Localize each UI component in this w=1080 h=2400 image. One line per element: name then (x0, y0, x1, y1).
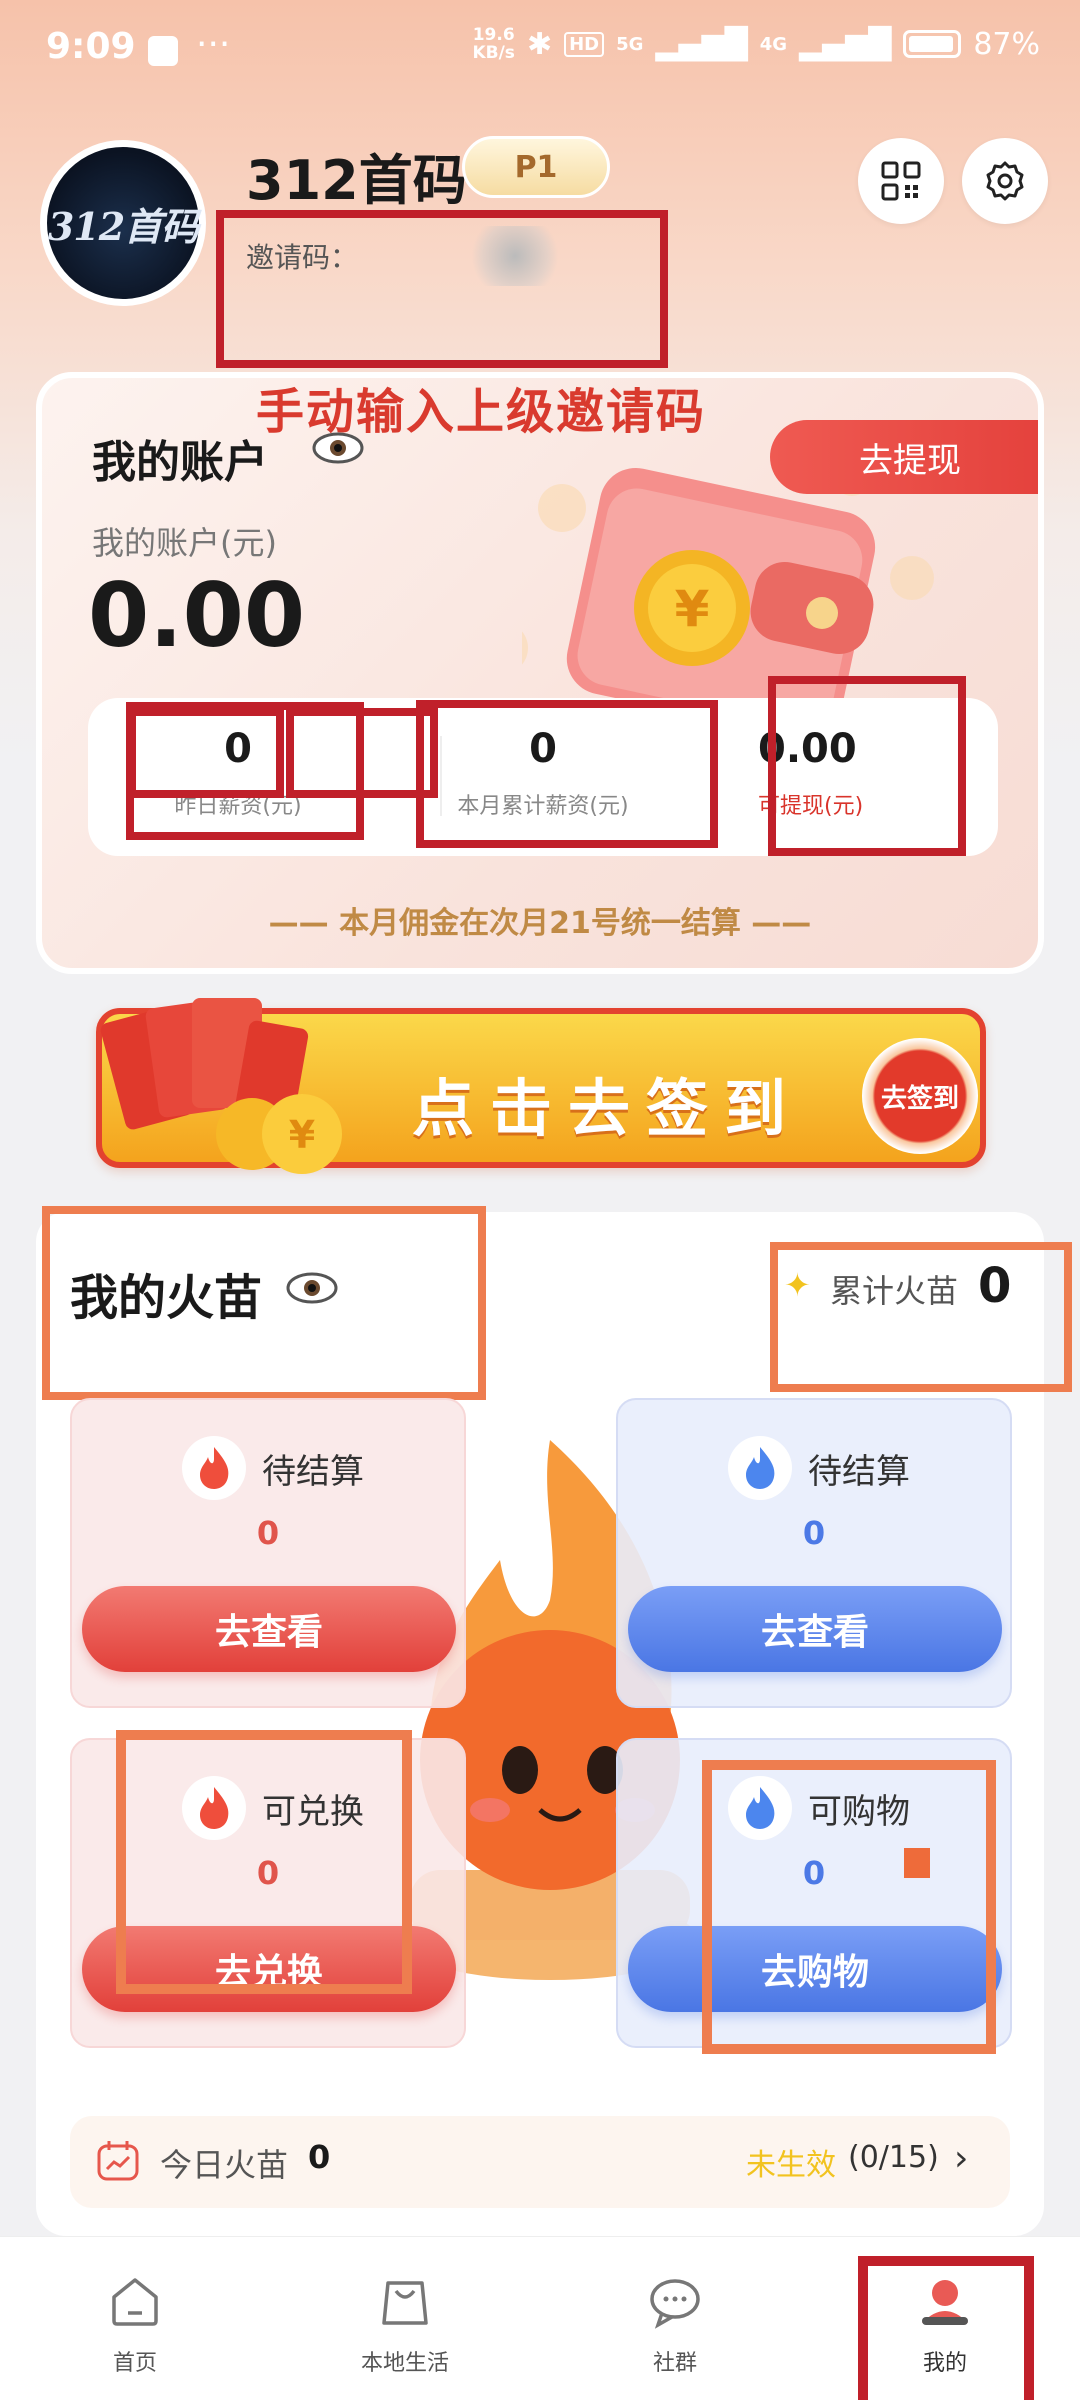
red-envelopes-illustration: ¥ (100, 998, 342, 1174)
settlement-note: —— 本月佣金在次月21号统一结算 —— (268, 906, 812, 941)
qr-code-button[interactable] (858, 138, 944, 224)
tile-label: 待结算 (262, 1452, 364, 1492)
nav-item-home[interactable]: 首页 (0, 2237, 270, 2400)
nav-label: 首页 (112, 2351, 157, 2376)
bluetooth-icon: ✱ (526, 26, 553, 62)
balance-value: 0.00 (88, 564, 306, 667)
red-flame-icon (182, 1436, 246, 1500)
annotation-box-flames-title (42, 1206, 486, 1400)
chat-bubble-icon (650, 2279, 700, 2329)
withdraw-button[interactable]: 去提现 (770, 420, 1038, 494)
battery-percent: 87% (973, 26, 1040, 62)
battery-icon (903, 30, 962, 58)
annotation-box-exchangeable (116, 1730, 412, 1994)
signal-5g-icon: 5G (616, 33, 644, 55)
annotation-box-yesterday-salary (126, 702, 364, 840)
tile-label: 待结算 (808, 1452, 910, 1492)
signal-4g-icon: 4G (759, 33, 788, 55)
tile-pending-blue: 待结算 0 去查看 (616, 1398, 1012, 1708)
account-title: 我的账户 (92, 437, 268, 488)
annotation-marker (904, 1848, 930, 1878)
chart-calendar-icon (97, 2141, 139, 2181)
status-time: 9:09 (46, 26, 136, 67)
settings-button[interactable] (962, 138, 1048, 224)
gear-icon (986, 161, 1024, 201)
hd-icon: HD (564, 31, 605, 57)
annotation-box-invite (216, 210, 668, 368)
status-bar: 9:09 ··· 19.6 KB/s ✱ HD 5G ▂▄▆█ 4G ▂▄▆█ … (0, 0, 1080, 100)
balance-label: 我的账户(元) (92, 524, 277, 562)
account-card: 我的账户 ¥ 去提现 我的账户(元) 0.00 0 昨日薪资(元) 0 本月累计… (36, 372, 1044, 974)
today-flames-count: (0/15) (848, 2140, 939, 2175)
avatar-logo-text: 312首码 (47, 203, 199, 249)
checkin-banner[interactable]: ¥ 点击去签到 去签到 (96, 998, 986, 1174)
tile-pending-red: 待结算 0 去查看 (70, 1398, 466, 1708)
shopping-bag-icon (382, 2281, 428, 2325)
chevron-right-icon: › (954, 2138, 969, 2179)
avatar[interactable]: 312首码 (40, 140, 206, 306)
qq-notification-icon (148, 36, 178, 66)
status-indicators: 19.6 KB/s ✱ HD 5G ▂▄▆█ 4G ▂▄▆█ 87% (472, 26, 1040, 62)
annotation-box-shopping (702, 1760, 996, 2054)
today-flames-status: 未生效 (746, 2148, 836, 2183)
level-badge[interactable]: P1 (462, 136, 610, 198)
view-button[interactable]: 去查看 (628, 1586, 1002, 1672)
annotation-box-withdrawable (768, 676, 966, 856)
checkin-banner-text: 点击去签到 (412, 1072, 803, 1145)
nav-label: 社群 (652, 2351, 697, 2376)
username: 312首码 (246, 149, 467, 212)
home-icon (112, 2278, 158, 2326)
svg-text:¥: ¥ (675, 580, 710, 638)
nav-item-community[interactable]: 社群 (540, 2237, 810, 2400)
more-notifications-icon: ··· (196, 24, 231, 65)
annotation-box-mine-tab (858, 2256, 1034, 2400)
qr-code-icon (881, 161, 921, 201)
tile-value: 0 (802, 1514, 826, 1552)
today-flames-row[interactable]: 今日火苗 0 未生效 (0/15) › (70, 2116, 1010, 2208)
checkin-button[interactable]: 去签到 (862, 1038, 978, 1154)
today-flames-value: 0 (308, 2138, 331, 2176)
annotation-invite-instruction: 手动输入上级邀请码 (256, 384, 707, 440)
signal-bars-icon: ▂▄▆█ (655, 26, 748, 62)
network-speed: 19.6 KB/s (472, 25, 515, 63)
svg-text:¥: ¥ (289, 1113, 315, 1157)
today-flames-label: 今日火苗 (160, 2146, 289, 2184)
annotation-box-monthly-salary (416, 700, 718, 848)
view-button[interactable]: 去查看 (82, 1586, 456, 1672)
nav-label: 本地生活 (360, 2351, 449, 2376)
signal-bars-icon-2: ▂▄▆█ (799, 26, 892, 62)
nav-item-local-life[interactable]: 本地生活 (270, 2237, 540, 2400)
annotation-box-cumulative (770, 1242, 1072, 1392)
blue-flame-icon (728, 1436, 792, 1500)
tile-value: 0 (256, 1514, 280, 1552)
